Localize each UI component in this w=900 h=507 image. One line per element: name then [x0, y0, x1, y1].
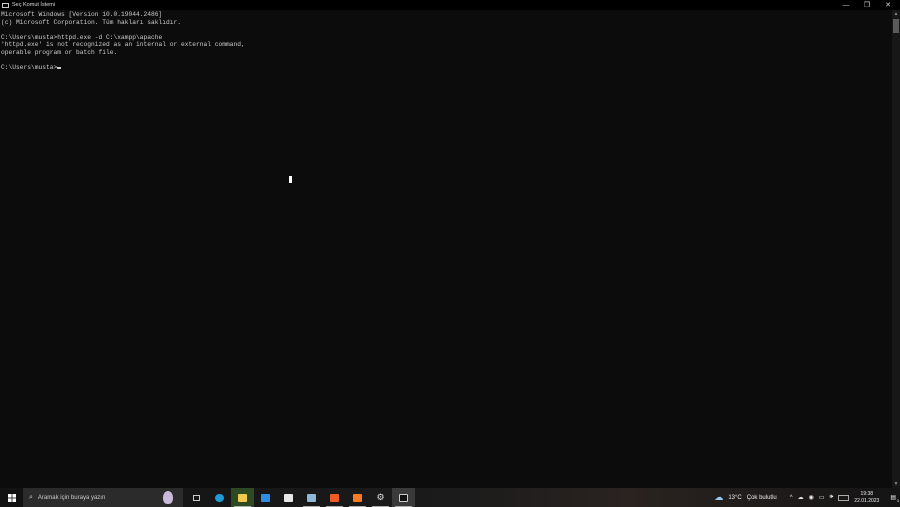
terminal-line: (c) Microsoft Corporation. Tüm hakları s… [1, 18, 182, 26]
search-placeholder: Aramak için buraya yazın [37, 494, 106, 501]
text-cursor [57, 67, 61, 69]
taskbar: ⌕ Aramak için buraya yazın ⚙ ☁ 13°C Çok … [0, 488, 900, 507]
notification-count: 3 [896, 498, 899, 503]
notification-center-icon[interactable]: ▤ 3 [890, 494, 899, 503]
start-button[interactable] [0, 488, 23, 507]
taskbar-store[interactable] [277, 488, 300, 507]
chevron-up-icon[interactable]: ^ [790, 495, 793, 501]
mouse-ibeam-cursor [289, 176, 292, 183]
terminal-line: operable program or batch file. [1, 48, 118, 56]
task-view-button[interactable] [185, 488, 208, 507]
time: 19:38 [860, 490, 874, 497]
system-tray: ☁ 13°C Çok bulutlu ^ ☁ ◉ ▭ 🕪 19:38 22.01… [714, 488, 900, 507]
window-title: Seç Komut İstemi [12, 2, 56, 8]
weather-icon[interactable]: ☁ [714, 492, 723, 503]
taskbar-brave[interactable] [323, 488, 346, 507]
notepad-icon [307, 493, 316, 502]
close-button[interactable]: ✕ [878, 0, 898, 10]
minimize-button[interactable]: — [836, 0, 856, 10]
search-box[interactable]: ⌕ Aramak için buraya yazın [23, 488, 183, 507]
store-icon [284, 493, 293, 502]
weather-condition[interactable]: Çok bulutlu [747, 495, 777, 501]
clock[interactable]: 19:38 22.01.2023 [854, 491, 879, 505]
taskbar-settings[interactable]: ⚙ [369, 488, 392, 507]
terminal-line: 'httpd.exe' is not recognized as an inte… [1, 41, 245, 48]
search-icon: ⌕ [29, 493, 33, 501]
xampp-icon [353, 493, 362, 502]
terminal-output[interactable]: Microsoft Windows [Version 10.0.19044.24… [0, 11, 892, 487]
taskbar-file-explorer[interactable] [231, 488, 254, 507]
scroll-down-icon[interactable]: ▼ [892, 481, 900, 487]
cmd-icon [2, 2, 9, 8]
prompt-line: C:\Users\musta> [1, 64, 892, 72]
rabbit-icon [163, 491, 173, 504]
title-bar: Seç Komut İstemi [0, 0, 900, 10]
terminal-line: C:\Users\musta>httpd.exe -d C:\xampp\apa… [1, 33, 163, 41]
taskbar-notepad[interactable] [300, 488, 323, 507]
date: 22.01.2023 [854, 497, 880, 504]
folder-icon [238, 493, 247, 502]
taskbar-mail[interactable] [254, 488, 277, 507]
edge-icon [215, 493, 224, 502]
mail-icon [261, 493, 270, 502]
scroll-up-icon[interactable]: ▲ [892, 11, 900, 17]
cmd-icon [399, 493, 408, 502]
weather-temp[interactable]: 13°C [728, 495, 741, 501]
task-view-icon [193, 494, 200, 501]
keyboard-icon[interactable] [838, 494, 850, 501]
microphone-icon[interactable]: ◉ [809, 494, 814, 501]
scrollbar[interactable]: ▲ ▼ [892, 10, 900, 488]
terminal-line: Microsoft Windows [Version 10.0.19044.24… [1, 11, 163, 18]
onedrive-icon[interactable]: ☁ [798, 494, 804, 501]
brave-icon [330, 493, 339, 502]
taskbar-xampp[interactable] [346, 488, 369, 507]
volume-icon[interactable]: 🕪 [830, 494, 834, 501]
prompt: C:\Users\musta> [1, 63, 58, 71]
scroll-thumb[interactable] [893, 19, 899, 33]
gear-icon: ⚙ [376, 492, 385, 502]
taskbar-edge[interactable] [208, 488, 231, 507]
network-icon[interactable]: ▭ [819, 494, 825, 501]
taskbar-command-prompt[interactable] [392, 488, 415, 507]
restore-button[interactable]: ❐ [857, 0, 877, 10]
windows-icon [7, 493, 16, 502]
